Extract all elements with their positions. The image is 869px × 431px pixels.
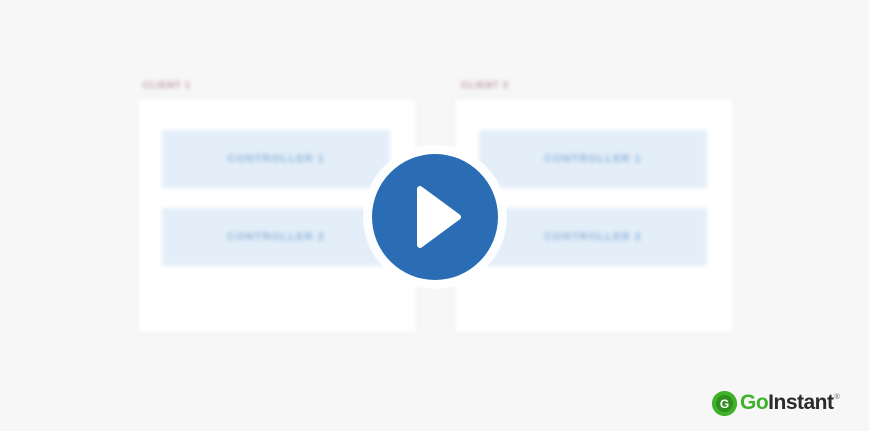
goinstant-logo-mark-icon: G <box>712 390 737 416</box>
play-button-circle[interactable] <box>372 154 498 280</box>
client-2-label: CLIENT 2 <box>461 80 510 90</box>
registered-mark: ® <box>834 394 840 401</box>
logo-wordmark: Go Instant ® <box>740 391 840 415</box>
goinstant-logo: G Go Instant ® <box>712 390 840 416</box>
client-1-label: CLIENT 1 <box>143 80 192 90</box>
client-2-controller-2: CONTROLLER 2 <box>479 208 707 266</box>
play-button[interactable] <box>363 145 507 289</box>
client-2-controller-1: CONTROLLER 1 <box>479 130 707 188</box>
client-1-controller-1: CONTROLLER 1 <box>162 130 390 188</box>
logo-prefix: Go <box>740 391 769 414</box>
play-icon <box>417 186 461 248</box>
video-thumbnail[interactable]: CLIENT 1 CONTROLLER 1 CONTROLLER 2 CLIEN… <box>0 0 869 431</box>
client-1-controller-2: CONTROLLER 2 <box>162 208 390 266</box>
logo-mark-letter: G <box>720 397 729 411</box>
logo-suffix: Instant <box>768 391 834 414</box>
